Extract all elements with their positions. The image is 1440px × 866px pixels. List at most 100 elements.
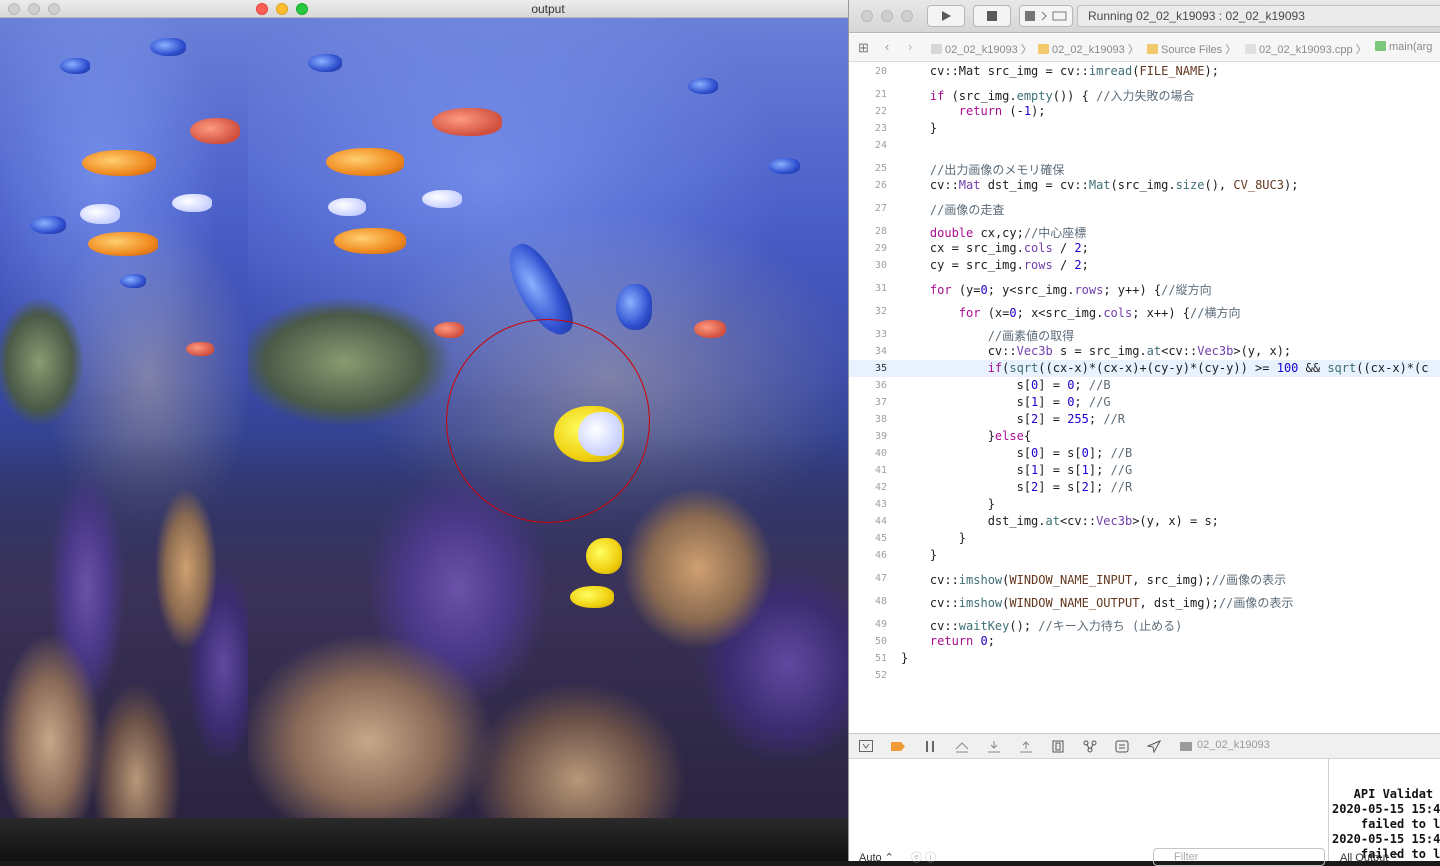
info-icon[interactable]: ⓔ ⓘ [911,849,936,865]
stop-button[interactable] [973,5,1011,27]
code-line[interactable]: 25 //出力画像のメモリ確保 [849,160,1440,177]
line-number[interactable]: 46 [849,550,887,561]
code-line[interactable]: 46 } [849,547,1440,564]
code-line[interactable]: 39 }else{ [849,428,1440,445]
variables-view[interactable]: Auto ⌃ ⓔ ⓘ Filter [849,759,1329,866]
code-line[interactable]: 49 cv::waitKey(); //キー入力待ち (止める) [849,616,1440,633]
line-number[interactable]: 34 [849,346,887,357]
minimize-button[interactable] [28,3,40,15]
code-line[interactable]: 23 } [849,120,1440,137]
line-number[interactable]: 32 [849,306,887,317]
auto-scope-selector[interactable]: Auto ⌃ [859,851,894,864]
code-line[interactable]: 30 cy = src_img.rows / 2; [849,257,1440,274]
line-number[interactable]: 45 [849,533,887,544]
code-line[interactable]: 52 [849,667,1440,684]
breadcrumb-function[interactable]: main(arg [1375,41,1432,53]
line-number[interactable]: 37 [849,397,887,408]
code-line[interactable]: 43 } [849,496,1440,513]
line-number[interactable]: 48 [849,596,887,607]
code-line[interactable]: 50 return 0; [849,633,1440,650]
code-line[interactable]: 32 for (x=0; x<src_img.cols; x++) {//横方向 [849,303,1440,320]
location-icon[interactable] [1147,740,1161,753]
line-number[interactable]: 39 [849,431,887,442]
line-number[interactable]: 50 [849,636,887,647]
line-number[interactable]: 35 [849,363,887,374]
jump-bar[interactable]: ⊞ ‹ › 02_02_k19093 〉 02_02_k19093 〉 Sour… [849,34,1440,62]
breadcrumb-project[interactable]: 02_02_k19093 〉 [931,41,1032,57]
code-line[interactable]: 45 } [849,530,1440,547]
variables-filter-field[interactable]: Filter [1153,848,1325,866]
line-number[interactable]: 24 [849,140,887,151]
line-number[interactable]: 44 [849,516,887,527]
step-out-icon[interactable] [1019,740,1033,753]
code-line[interactable]: 34 cv::Vec3b s = src_img.at<cv::Vec3b>(y… [849,343,1440,360]
line-number[interactable]: 49 [849,619,887,630]
line-number[interactable]: 23 [849,123,887,134]
line-number[interactable]: 27 [849,203,887,214]
line-number[interactable]: 52 [849,670,887,681]
code-line[interactable]: 28 double cx,cy;//中心座標 [849,223,1440,240]
close-button[interactable] [8,3,20,15]
line-number[interactable]: 26 [849,180,887,191]
line-number[interactable]: 25 [849,163,887,174]
code-line[interactable]: 36 s[0] = 0; //B [849,377,1440,394]
code-line[interactable]: 51} [849,650,1440,667]
hide-debug-area-icon[interactable] [859,740,873,753]
line-number[interactable]: 22 [849,106,887,117]
line-number[interactable]: 42 [849,482,887,493]
line-number[interactable]: 40 [849,448,887,459]
pause-icon[interactable] [923,740,937,753]
line-number[interactable]: 29 [849,243,887,254]
input-window-titlebar[interactable] [0,0,248,18]
forward-icon[interactable]: › [908,39,912,54]
code-line[interactable]: 47 cv::imshow(WINDOW_NAME_INPUT, src_img… [849,570,1440,587]
all-output-selector[interactable]: All Output ⌃ [1340,851,1401,861]
line-number[interactable]: 36 [849,380,887,391]
code-line[interactable]: 38 s[2] = 255; //R [849,411,1440,428]
memory-graph-icon[interactable] [1083,740,1097,753]
code-line[interactable]: 42 s[2] = s[2]; //R [849,479,1440,496]
line-number[interactable]: 41 [849,465,887,476]
line-number[interactable]: 20 [849,66,887,77]
line-number[interactable]: 31 [849,283,887,294]
zoom-button[interactable] [901,10,913,22]
zoom-button[interactable] [48,3,60,15]
code-line[interactable]: 41 s[1] = s[1]; //G [849,462,1440,479]
line-number[interactable]: 47 [849,573,887,584]
breadcrumb-file[interactable]: 02_02_k19093.cpp 〉 [1245,41,1367,57]
line-number[interactable]: 30 [849,260,887,271]
source-editor[interactable]: 20 cv::Mat src_img = cv::imread(FILE_NAM… [849,63,1440,733]
code-line[interactable]: 21 if (src_img.empty()) { //入力失敗の場合 [849,86,1440,103]
close-button[interactable] [861,10,873,22]
code-line[interactable]: 27 //画像の走査 [849,200,1440,217]
run-button[interactable] [927,5,965,27]
line-number[interactable]: 38 [849,414,887,425]
code-line[interactable]: 44 dst_img.at<cv::Vec3b>(y, x) = s; [849,513,1440,530]
code-line[interactable]: 29 cx = src_img.cols / 2; [849,240,1440,257]
code-line[interactable]: 20 cv::Mat src_img = cv::imread(FILE_NAM… [849,63,1440,80]
breadcrumb-group[interactable]: 02_02_k19093 〉 [1038,41,1139,57]
line-number[interactable]: 33 [849,329,887,340]
related-items-icon[interactable]: ⊞ [858,40,869,56]
breakpoints-toggle-icon[interactable] [891,740,905,753]
step-into-icon[interactable] [987,740,1001,753]
breadcrumb-folder[interactable]: Source Files 〉 [1147,41,1236,57]
code-line[interactable]: 24 [849,137,1440,154]
code-line[interactable]: 35 if(sqrt((cx-x)*(cx-x)+(cy-y)*(cy-y)) … [849,360,1440,377]
code-line[interactable]: 48 cv::imshow(WINDOW_NAME_OUTPUT, dst_im… [849,593,1440,610]
code-line[interactable]: 31 for (y=0; y<src_img.rows; y++) {//縦方向 [849,280,1440,297]
code-line[interactable]: 26 cv::Mat dst_img = cv::Mat(src_img.siz… [849,177,1440,194]
line-number[interactable]: 43 [849,499,887,510]
scheme-selector[interactable] [1019,5,1073,27]
code-line[interactable]: 40 s[0] = s[0]; //B [849,445,1440,462]
line-number[interactable]: 51 [849,653,887,664]
line-number[interactable]: 21 [849,89,887,100]
environment-overrides-icon[interactable] [1115,740,1129,753]
back-icon[interactable]: ‹ [885,39,889,54]
code-line[interactable]: 33 //画素値の取得 [849,326,1440,343]
console-output[interactable]: API Validat 2020-05-15 15:4 failed to l 20… [1330,759,1440,861]
view-hierarchy-icon[interactable] [1051,740,1065,753]
code-line[interactable]: 22 return (-1); [849,103,1440,120]
output-window-titlebar[interactable]: output [248,0,848,18]
step-over-icon[interactable] [955,740,969,753]
